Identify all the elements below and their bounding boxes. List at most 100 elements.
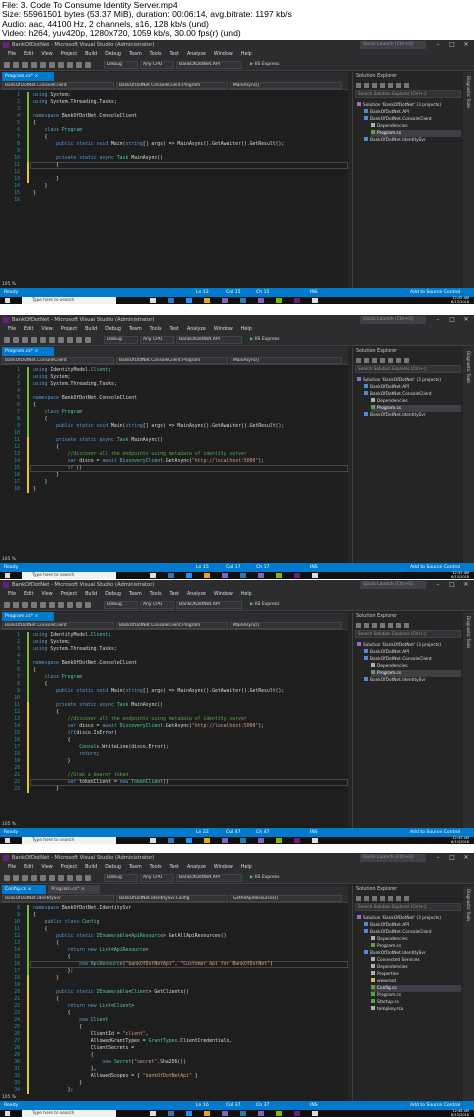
- member-dropdown[interactable]: MainAsync(): [230, 82, 342, 89]
- zoom-level[interactable]: 105 %: [2, 1095, 16, 1100]
- toolbar-icon[interactable]: [67, 875, 73, 881]
- taskbar-app-icon[interactable]: [204, 298, 210, 303]
- taskbar-app-icon[interactable]: [240, 298, 246, 303]
- explorer-item[interactable]: BankOfDotNet.IdentitySvr: [364, 412, 461, 419]
- diagnostic-tools-tab[interactable]: Diagnostic Tools: [466, 76, 471, 108]
- taskbar-app-icon[interactable]: [294, 1111, 300, 1116]
- solution-explorer-search[interactable]: Search Solution Explorer (Ctrl+;): [355, 365, 461, 373]
- menu-item[interactable]: Debug: [105, 590, 121, 599]
- toolbar-icon[interactable]: [40, 62, 46, 68]
- explorer-tool-icon[interactable]: [364, 896, 369, 901]
- document-tab[interactable]: Program.cs* ×: [2, 72, 54, 81]
- taskbar-app-icon[interactable]: [294, 838, 300, 843]
- taskbar-search[interactable]: Type here to search: [22, 837, 116, 844]
- explorer-tool-icon[interactable]: [356, 896, 361, 901]
- taskbar-search[interactable]: Type here to search: [22, 572, 116, 579]
- maximize-icon[interactable]: □: [446, 853, 458, 863]
- toolbar-icon[interactable]: [67, 337, 73, 343]
- explorer-item[interactable]: BankOfDotNet.ConsoleClient: [364, 656, 461, 663]
- close-icon[interactable]: ✕: [460, 40, 472, 50]
- toolbar-icon[interactable]: [13, 62, 19, 68]
- run-button[interactable]: ▶ IIS Express: [250, 61, 279, 69]
- run-button[interactable]: ▶ IIS Express: [250, 336, 279, 344]
- explorer-item[interactable]: Solution 'BankOfDotNet' (3 projects): [357, 102, 461, 109]
- toolbar-icon[interactable]: [49, 602, 55, 608]
- windows-start-icon[interactable]: [5, 1111, 10, 1116]
- toolbar-icon[interactable]: [22, 62, 28, 68]
- quick-launch-input[interactable]: Quick Launch (Ctrl+Q): [360, 41, 426, 49]
- taskbar-app-icon[interactable]: [204, 838, 210, 843]
- explorer-item[interactable]: Config.cs: [371, 985, 461, 992]
- menu-item[interactable]: Analyze: [187, 325, 206, 334]
- explorer-item[interactable]: Dependencies: [371, 123, 461, 130]
- toolbar-icon[interactable]: [31, 62, 37, 68]
- run-button[interactable]: ▶ IIS Express: [250, 601, 279, 609]
- explorer-item[interactable]: Connected Services: [371, 957, 461, 964]
- explorer-tool-icon[interactable]: [404, 358, 409, 363]
- toolbar-icon[interactable]: [85, 337, 91, 343]
- menu-item[interactable]: Window: [214, 50, 233, 59]
- toolbar-icon[interactable]: [67, 602, 73, 608]
- toolbar-icon[interactable]: [22, 602, 28, 608]
- explorer-tool-icon[interactable]: [356, 623, 361, 628]
- taskbar-app-icon[interactable]: [258, 298, 264, 303]
- type-dropdown[interactable]: BankOfDotNet.ConsoleClient.Program: [116, 622, 228, 629]
- minimize-icon[interactable]: –: [432, 853, 444, 863]
- startup-project-select[interactable]: BankOfDotNet.API: [176, 601, 242, 609]
- taskbar-app-icon[interactable]: [294, 573, 300, 578]
- type-dropdown[interactable]: BankOfDotNet.ConsoleClient.Program: [116, 357, 228, 364]
- explorer-tool-icon[interactable]: [364, 623, 369, 628]
- solution-explorer-search[interactable]: Search Solution Explorer (Ctrl+;): [355, 903, 461, 911]
- toolbar-icon[interactable]: [76, 337, 82, 343]
- taskbar-app-icon[interactable]: [240, 573, 246, 578]
- explorer-item[interactable]: Solution 'BankOfDotNet' (3 projects): [357, 377, 461, 384]
- menu-item[interactable]: Project: [61, 590, 77, 599]
- document-tab[interactable]: Program.cs* ×: [48, 885, 100, 894]
- menu-item[interactable]: Team: [129, 590, 142, 599]
- close-icon[interactable]: ✕: [460, 315, 472, 325]
- taskbar-app-icon[interactable]: [150, 1111, 156, 1116]
- toolbar-icon[interactable]: [22, 875, 28, 881]
- explorer-tool-icon[interactable]: [396, 896, 401, 901]
- toolbar-icon[interactable]: [31, 337, 37, 343]
- run-button[interactable]: ▶ IIS Express: [250, 874, 279, 882]
- toolbar-icon[interactable]: [40, 337, 46, 343]
- toolbar-icon[interactable]: [58, 602, 64, 608]
- explorer-item[interactable]: Dependencies: [371, 398, 461, 405]
- diagnostic-tools-tab[interactable]: Diagnostic Tools: [466, 889, 471, 921]
- menu-item[interactable]: File: [8, 325, 16, 334]
- menu-item[interactable]: Build: [85, 863, 97, 872]
- explorer-item[interactable]: wwwroot: [371, 978, 461, 985]
- menu-item[interactable]: Tools: [150, 863, 162, 872]
- close-icon[interactable]: ×: [35, 74, 39, 79]
- toolbar-icon[interactable]: [31, 875, 37, 881]
- menu-item[interactable]: Help: [241, 590, 252, 599]
- toolbar-icon[interactable]: [4, 62, 10, 68]
- explorer-tool-icon[interactable]: [388, 623, 393, 628]
- diagnostic-tools-tab[interactable]: Diagnostic Tools: [466, 351, 471, 383]
- explorer-tool-icon[interactable]: [380, 358, 385, 363]
- close-icon[interactable]: ×: [35, 349, 39, 354]
- explorer-item[interactable]: BankOfDotNet.API: [364, 109, 461, 116]
- menu-item[interactable]: Project: [61, 863, 77, 872]
- menu-item[interactable]: Build: [85, 590, 97, 599]
- explorer-item[interactable]: BankOfDotNet.ConsoleClient: [364, 116, 461, 123]
- maximize-icon[interactable]: □: [446, 580, 458, 590]
- zoom-level[interactable]: 105 %: [2, 282, 16, 287]
- solution-config-select[interactable]: Debug: [104, 601, 138, 609]
- toolbar-icon[interactable]: [58, 337, 64, 343]
- explorer-tool-icon[interactable]: [380, 83, 385, 88]
- explorer-item[interactable]: BankOfDotNet.ConsoleClient: [364, 929, 461, 936]
- menu-item[interactable]: View: [41, 863, 52, 872]
- member-dropdown[interactable]: MainAsync(): [230, 357, 342, 364]
- taskbar-app-icon[interactable]: [294, 298, 300, 303]
- member-dropdown[interactable]: GetAllApiResources(): [230, 895, 342, 902]
- type-dropdown[interactable]: BankOfDotNet.ConsoleClient.Program: [116, 82, 228, 89]
- close-icon[interactable]: ✕: [460, 580, 472, 590]
- taskbar-app-icon[interactable]: [240, 838, 246, 843]
- toolbar-icon[interactable]: [13, 602, 19, 608]
- document-tab[interactable]: Program.cs* ×: [2, 612, 54, 621]
- solution-config-select[interactable]: Debug: [104, 336, 138, 344]
- explorer-item[interactable]: Dependencies: [371, 936, 461, 943]
- toolbar-icon[interactable]: [85, 602, 91, 608]
